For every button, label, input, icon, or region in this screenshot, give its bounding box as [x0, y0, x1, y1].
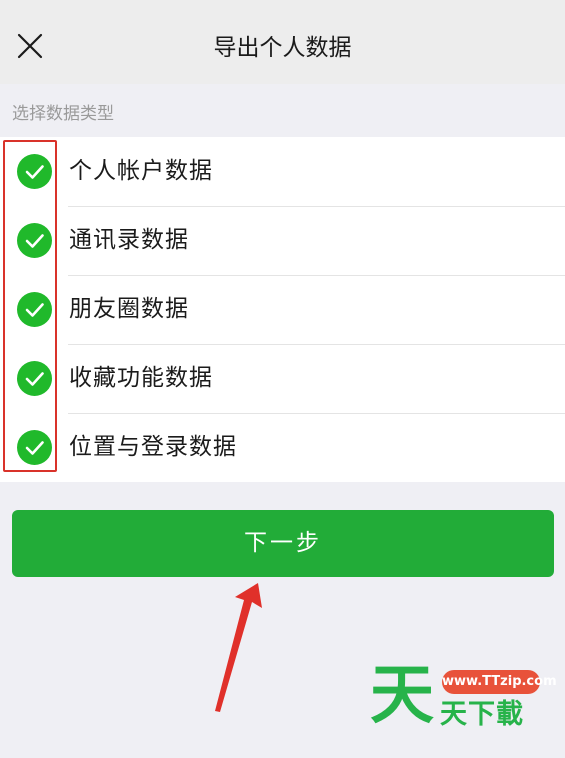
navigation-bar: 导出个人数据 — [0, 0, 565, 84]
watermark-text: 天下載 — [440, 699, 524, 730]
next-step-button[interactable]: 下一步 — [12, 510, 554, 577]
option-row-favorites[interactable]: 收藏功能数据 — [0, 344, 565, 413]
option-label: 通讯录数据 — [69, 227, 189, 253]
option-row-contacts[interactable]: 通讯录数据 — [0, 206, 565, 275]
option-row-account[interactable]: 个人帐户数据 — [0, 137, 565, 206]
watermark-big-char: 天 — [370, 659, 434, 733]
section-label: 选择数据类型 — [12, 104, 114, 124]
option-row-location-login[interactable]: 位置与登录数据 — [0, 413, 565, 482]
watermark-logo: 天 www.TTzip.com 天下載 — [370, 659, 560, 734]
option-label: 朋友圈数据 — [69, 296, 189, 322]
data-type-list: 个人帐户数据 通讯录数据 朋友圈数据 收藏功能数据 位置与登录数据 — [0, 137, 565, 482]
option-label: 位置与登录数据 — [69, 434, 237, 460]
checkmark-icon[interactable] — [17, 223, 52, 258]
checkmark-icon[interactable] — [17, 154, 52, 189]
watermark-url-badge: www.TTzip.com — [442, 670, 557, 694]
checkmark-icon[interactable] — [17, 292, 52, 327]
option-label: 收藏功能数据 — [69, 365, 213, 391]
page-title: 导出个人数据 — [213, 35, 352, 61]
checkmark-icon[interactable] — [17, 361, 52, 396]
option-label: 个人帐户数据 — [69, 158, 213, 184]
checkmark-icon[interactable] — [17, 430, 52, 465]
option-row-moments[interactable]: 朋友圈数据 — [0, 275, 565, 344]
